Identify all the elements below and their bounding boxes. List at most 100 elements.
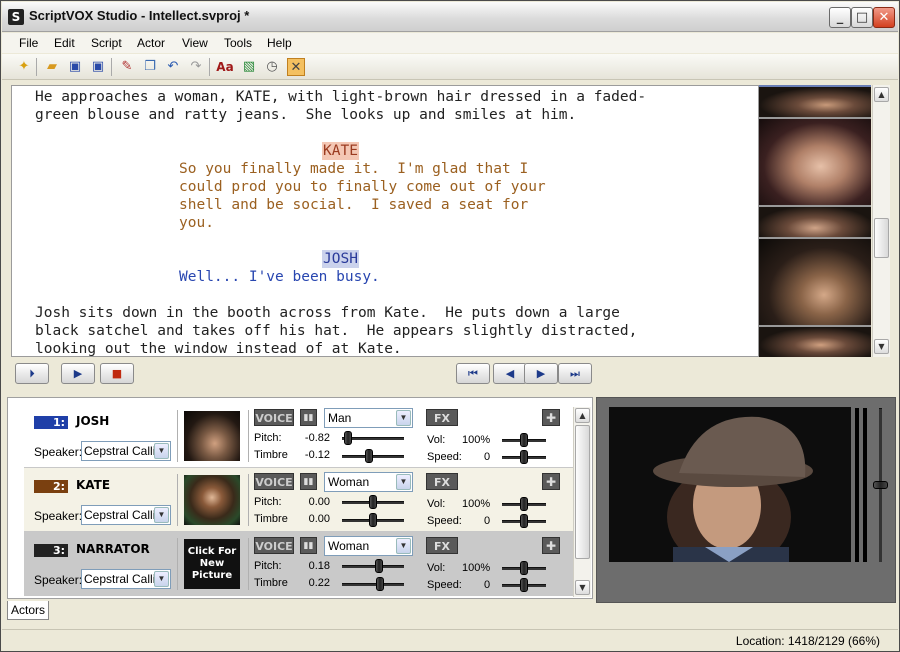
chevron-down-icon[interactable]: ▼: [396, 474, 411, 490]
voice-select[interactable]: Man ▼: [324, 408, 413, 428]
chevron-down-icon[interactable]: ▼: [154, 571, 169, 587]
timbre-slider[interactable]: [369, 513, 377, 527]
actors-scrollbar[interactable]: ▲ ▼: [573, 407, 591, 597]
pitch-slider[interactable]: [343, 431, 352, 445]
scroll-up-arrow-icon[interactable]: ▲: [575, 408, 590, 423]
speaker-select[interactable]: Cepstral Callie ▼: [81, 441, 171, 461]
fx-button[interactable]: FX: [426, 537, 458, 554]
actor-picture[interactable]: [184, 411, 240, 461]
scroll-down-arrow-icon[interactable]: ▼: [575, 580, 590, 595]
play-button[interactable]: ▶: [61, 363, 95, 384]
scroll-thumb[interactable]: [575, 425, 590, 559]
chevron-down-icon[interactable]: ▼: [396, 410, 411, 426]
picture-icon[interactable]: ▧: [240, 58, 258, 76]
video-preview-panel: [596, 397, 896, 603]
actor-row[interactable]: 2: KATE Speaker: Cepstral Callie ▼ VOICE …: [24, 468, 576, 532]
scroll-thumb[interactable]: [874, 218, 889, 258]
maximize-button[interactable]: □: [851, 7, 873, 28]
volume-slider[interactable]: [520, 497, 528, 511]
speed-slider[interactable]: [520, 578, 528, 592]
stop-button[interactable]: ■: [100, 363, 134, 384]
open-icon[interactable]: ▰: [43, 58, 61, 76]
speaker-select[interactable]: Cepstral Callie ▼: [81, 569, 171, 589]
dialogue-line-josh: Well... I've been busy.: [179, 269, 380, 285]
menu-tools[interactable]: Tools: [224, 36, 252, 50]
menu-file[interactable]: File: [19, 36, 38, 50]
volume-value: 100%: [462, 562, 491, 574]
scriptvox-app-icon[interactable]: S: [8, 9, 24, 25]
voice-button[interactable]: VOICE: [254, 473, 294, 490]
chevron-down-icon[interactable]: ▼: [396, 538, 411, 554]
tab-actors[interactable]: Actors: [7, 601, 49, 620]
speaker-label: Speaker:: [34, 573, 83, 587]
scroll-down-arrow-icon[interactable]: ▼: [874, 339, 889, 354]
menu-edit[interactable]: Edit: [54, 36, 75, 50]
voice-bars-icon[interactable]: ▮▮: [300, 537, 317, 554]
undo-icon[interactable]: ↶: [164, 58, 182, 76]
pitch-label: Pitch:: [254, 496, 282, 508]
fx-button[interactable]: FX: [426, 473, 458, 490]
script-line-action: green blouse and ratty jeans. She looks …: [35, 107, 577, 123]
script-editor[interactable]: He approaches a woman, KATE, with light-…: [11, 85, 759, 357]
actor-picture[interactable]: [184, 475, 240, 525]
new-icon[interactable]: ✦: [15, 58, 33, 76]
voice-button[interactable]: VOICE: [254, 409, 294, 426]
play-from-cursor-button[interactable]: ⏵: [15, 363, 49, 384]
speed-slider[interactable]: [520, 514, 528, 528]
pitch-label: Pitch:: [254, 560, 282, 572]
minimize-button[interactable]: _: [829, 7, 851, 28]
add-icon[interactable]: ✚: [542, 537, 560, 554]
actor-row[interactable]: 1: JOSH Speaker: Cepstral Callie ▼ VOICE …: [24, 404, 576, 468]
timbre-slider[interactable]: [375, 577, 384, 591]
previous-line-button[interactable]: ◀: [493, 363, 527, 384]
character-name-josh: JOSH: [322, 250, 359, 268]
app-window: S ScriptVOX Studio - Intellect.svproj * …: [0, 0, 900, 652]
volume-slider[interactable]: [520, 561, 528, 575]
close-button[interactable]: ✕: [873, 7, 895, 28]
menu-view[interactable]: View: [182, 36, 208, 50]
add-icon[interactable]: ✚: [542, 473, 560, 490]
timer-icon[interactable]: ◷: [263, 58, 281, 76]
speaker-select[interactable]: Cepstral Callie ▼: [81, 505, 171, 525]
scroll-up-arrow-icon[interactable]: ▲: [874, 87, 889, 102]
voice-button[interactable]: VOICE: [254, 537, 294, 554]
tools-icon[interactable]: ✕: [287, 58, 305, 76]
dialogue-line-kate: could prod you to finally come out of yo…: [179, 179, 546, 195]
speed-slider[interactable]: [520, 450, 528, 464]
spell-check-icon[interactable]: Aa: [216, 58, 234, 76]
add-icon[interactable]: ✚: [542, 409, 560, 426]
chevron-down-icon[interactable]: ▼: [154, 507, 169, 523]
voice-select[interactable]: Woman ▼: [324, 536, 413, 556]
voice-select[interactable]: Woman ▼: [324, 472, 413, 492]
speed-label: Speed:: [427, 451, 462, 463]
menu-actor[interactable]: Actor: [137, 36, 165, 50]
timbre-slider[interactable]: [365, 449, 374, 463]
timbre-value: 0.00: [308, 513, 330, 525]
preview-volume-slider[interactable]: [873, 481, 888, 489]
fx-button[interactable]: FX: [426, 409, 458, 426]
pitch-slider[interactable]: [374, 559, 383, 573]
edit-icon[interactable]: ✎: [118, 58, 136, 76]
save-icon[interactable]: ▣: [66, 58, 84, 76]
voice-bars-icon[interactable]: ▮▮: [300, 473, 317, 490]
actor-photo-strip: [759, 85, 871, 357]
actor-picture[interactable]: Click For New Picture: [184, 539, 240, 589]
next-line-button[interactable]: ▶: [524, 363, 558, 384]
chevron-down-icon[interactable]: ▼: [154, 443, 169, 459]
copy-icon[interactable]: ❐: [141, 58, 159, 76]
menu-help[interactable]: Help: [267, 36, 292, 50]
last-line-button[interactable]: ⏭: [558, 363, 592, 384]
click-for-new-picture[interactable]: Click For New Picture: [184, 539, 240, 582]
volume-slider[interactable]: [520, 433, 528, 447]
pitch-slider[interactable]: [369, 495, 377, 509]
redo-icon[interactable]: ↷: [187, 58, 205, 76]
first-line-button[interactable]: ⏮: [456, 363, 490, 384]
actor-row[interactable]: 3: NARRATOR Speaker: Cepstral Callie ▼ Cl…: [24, 532, 576, 596]
timbre-value: -0.12: [304, 449, 330, 461]
actor-number: 3:: [34, 544, 68, 557]
save-all-icon[interactable]: ▣: [89, 58, 107, 76]
voice-bars-icon[interactable]: ▮▮: [300, 409, 317, 426]
menu-script[interactable]: Script: [91, 36, 122, 50]
speed-value: 0: [484, 579, 491, 591]
script-scrollbar[interactable]: ▲ ▼: [872, 85, 890, 357]
